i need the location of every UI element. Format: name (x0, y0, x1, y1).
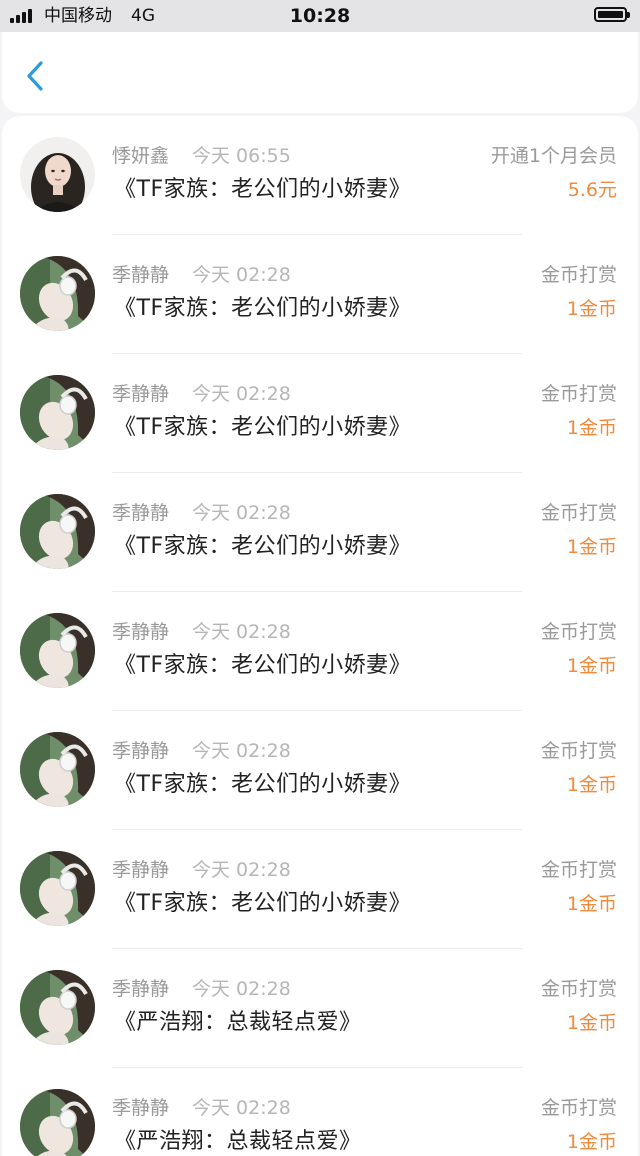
record-type: 金币打赏 (540, 740, 617, 762)
record-amount: 1金币 (566, 774, 617, 796)
record-amount: 1金币 (566, 298, 617, 320)
user-name: 季静静 (112, 502, 170, 524)
avatar[interactable] (20, 732, 95, 807)
record-time: 今天 06:55 (192, 145, 291, 167)
record-amount: 1金币 (566, 1131, 617, 1153)
avatar[interactable] (20, 613, 95, 688)
record-time: 今天 02:28 (192, 859, 291, 881)
record-amount: 1金币 (566, 536, 617, 558)
user-name: 季静静 (112, 383, 170, 405)
user-name: 季静静 (112, 978, 170, 1000)
book-title: 《严浩翔：总裁轻点爱》 (114, 1129, 362, 1154)
book-title: 《TF家族：老公们的小娇妻》 (114, 177, 412, 202)
user-name: 季静静 (112, 1097, 170, 1119)
list-item[interactable]: 季静静 今天 02:28 金币打赏《TF家族：老公们的小娇妻》 1金币 (2, 592, 638, 711)
status-time: 10:28 (289, 5, 351, 27)
back-button[interactable] (18, 56, 54, 92)
list-item[interactable]: 季静静 今天 02:28 金币打赏《严浩翔：总裁轻点爱》 1金币 (2, 949, 638, 1068)
record-list: 悸妍鑫 今天 06:55 开通1个月会员《TF家族：老公们的小娇妻》 5.6元 季静静… (2, 116, 638, 1156)
user-name: 季静静 (112, 859, 170, 881)
book-title: 《TF家族：老公们的小娇妻》 (114, 891, 412, 916)
record-type: 金币打赏 (540, 1097, 617, 1119)
list-item[interactable]: 季静静 今天 02:28 金币打赏《严浩翔：总裁轻点爱》 1金币 (2, 1068, 638, 1156)
user-name: 悸妍鑫 (112, 145, 170, 167)
avatar[interactable] (20, 494, 95, 569)
record-amount: 1金币 (566, 417, 617, 439)
record-type: 金币打赏 (540, 264, 617, 286)
record-time: 今天 02:28 (192, 502, 291, 524)
record-type: 开通1个月会员 (490, 145, 617, 167)
record-time: 今天 02:28 (192, 740, 291, 762)
book-title: 《TF家族：老公们的小娇妻》 (114, 772, 412, 797)
list-item[interactable]: 季静静 今天 02:28 金币打赏《TF家族：老公们的小娇妻》 1金币 (2, 830, 638, 949)
record-type: 金币打赏 (540, 502, 617, 524)
list-item[interactable]: 季静静 今天 02:28 金币打赏《TF家族：老公们的小娇妻》 1金币 (2, 235, 638, 354)
avatar[interactable] (20, 256, 95, 331)
record-amount: 1金币 (566, 655, 617, 677)
avatar[interactable] (20, 375, 95, 450)
record-amount: 1金币 (566, 1012, 617, 1034)
battery-icon (594, 7, 630, 22)
user-name: 季静静 (112, 740, 170, 762)
record-type: 金币打赏 (540, 978, 617, 1000)
status-bar: 中国移动 4G 10:28 (0, 0, 640, 32)
record-type: 金币打赏 (540, 621, 617, 643)
book-title: 《TF家族：老公们的小娇妻》 (114, 415, 412, 440)
list-item[interactable]: 季静静 今天 02:28 金币打赏《TF家族：老公们的小娇妻》 1金币 (2, 711, 638, 830)
avatar[interactable] (20, 970, 95, 1045)
user-name: 季静静 (112, 264, 170, 286)
avatar[interactable] (20, 1089, 95, 1156)
list-item[interactable]: 季静静 今天 02:28 金币打赏《TF家族：老公们的小娇妻》 1金币 (2, 473, 638, 592)
user-name: 季静静 (112, 621, 170, 643)
book-title: 《TF家族：老公们的小娇妻》 (114, 296, 412, 321)
avatar[interactable] (20, 137, 95, 212)
book-title: 《TF家族：老公们的小娇妻》 (114, 653, 412, 678)
list-item[interactable]: 季静静 今天 02:28 金币打赏《TF家族：老公们的小娇妻》 1金币 (2, 354, 638, 473)
record-amount: 1金币 (566, 893, 617, 915)
record-type: 金币打赏 (540, 859, 617, 881)
record-amount: 5.6元 (567, 179, 617, 201)
record-time: 今天 02:28 (192, 978, 291, 1000)
record-time: 今天 02:28 (192, 621, 291, 643)
record-time: 今天 02:28 (192, 264, 291, 286)
navigation-bar (2, 32, 638, 113)
chevron-left-icon (27, 61, 43, 91)
record-type: 金币打赏 (540, 383, 617, 405)
record-time: 今天 02:28 (192, 383, 291, 405)
book-title: 《TF家族：老公们的小娇妻》 (114, 534, 412, 559)
avatar[interactable] (20, 851, 95, 926)
list-item[interactable]: 悸妍鑫 今天 06:55 开通1个月会员《TF家族：老公们的小娇妻》 5.6元 (2, 116, 638, 235)
record-time: 今天 02:28 (192, 1097, 291, 1119)
book-title: 《严浩翔：总裁轻点爱》 (114, 1010, 362, 1035)
